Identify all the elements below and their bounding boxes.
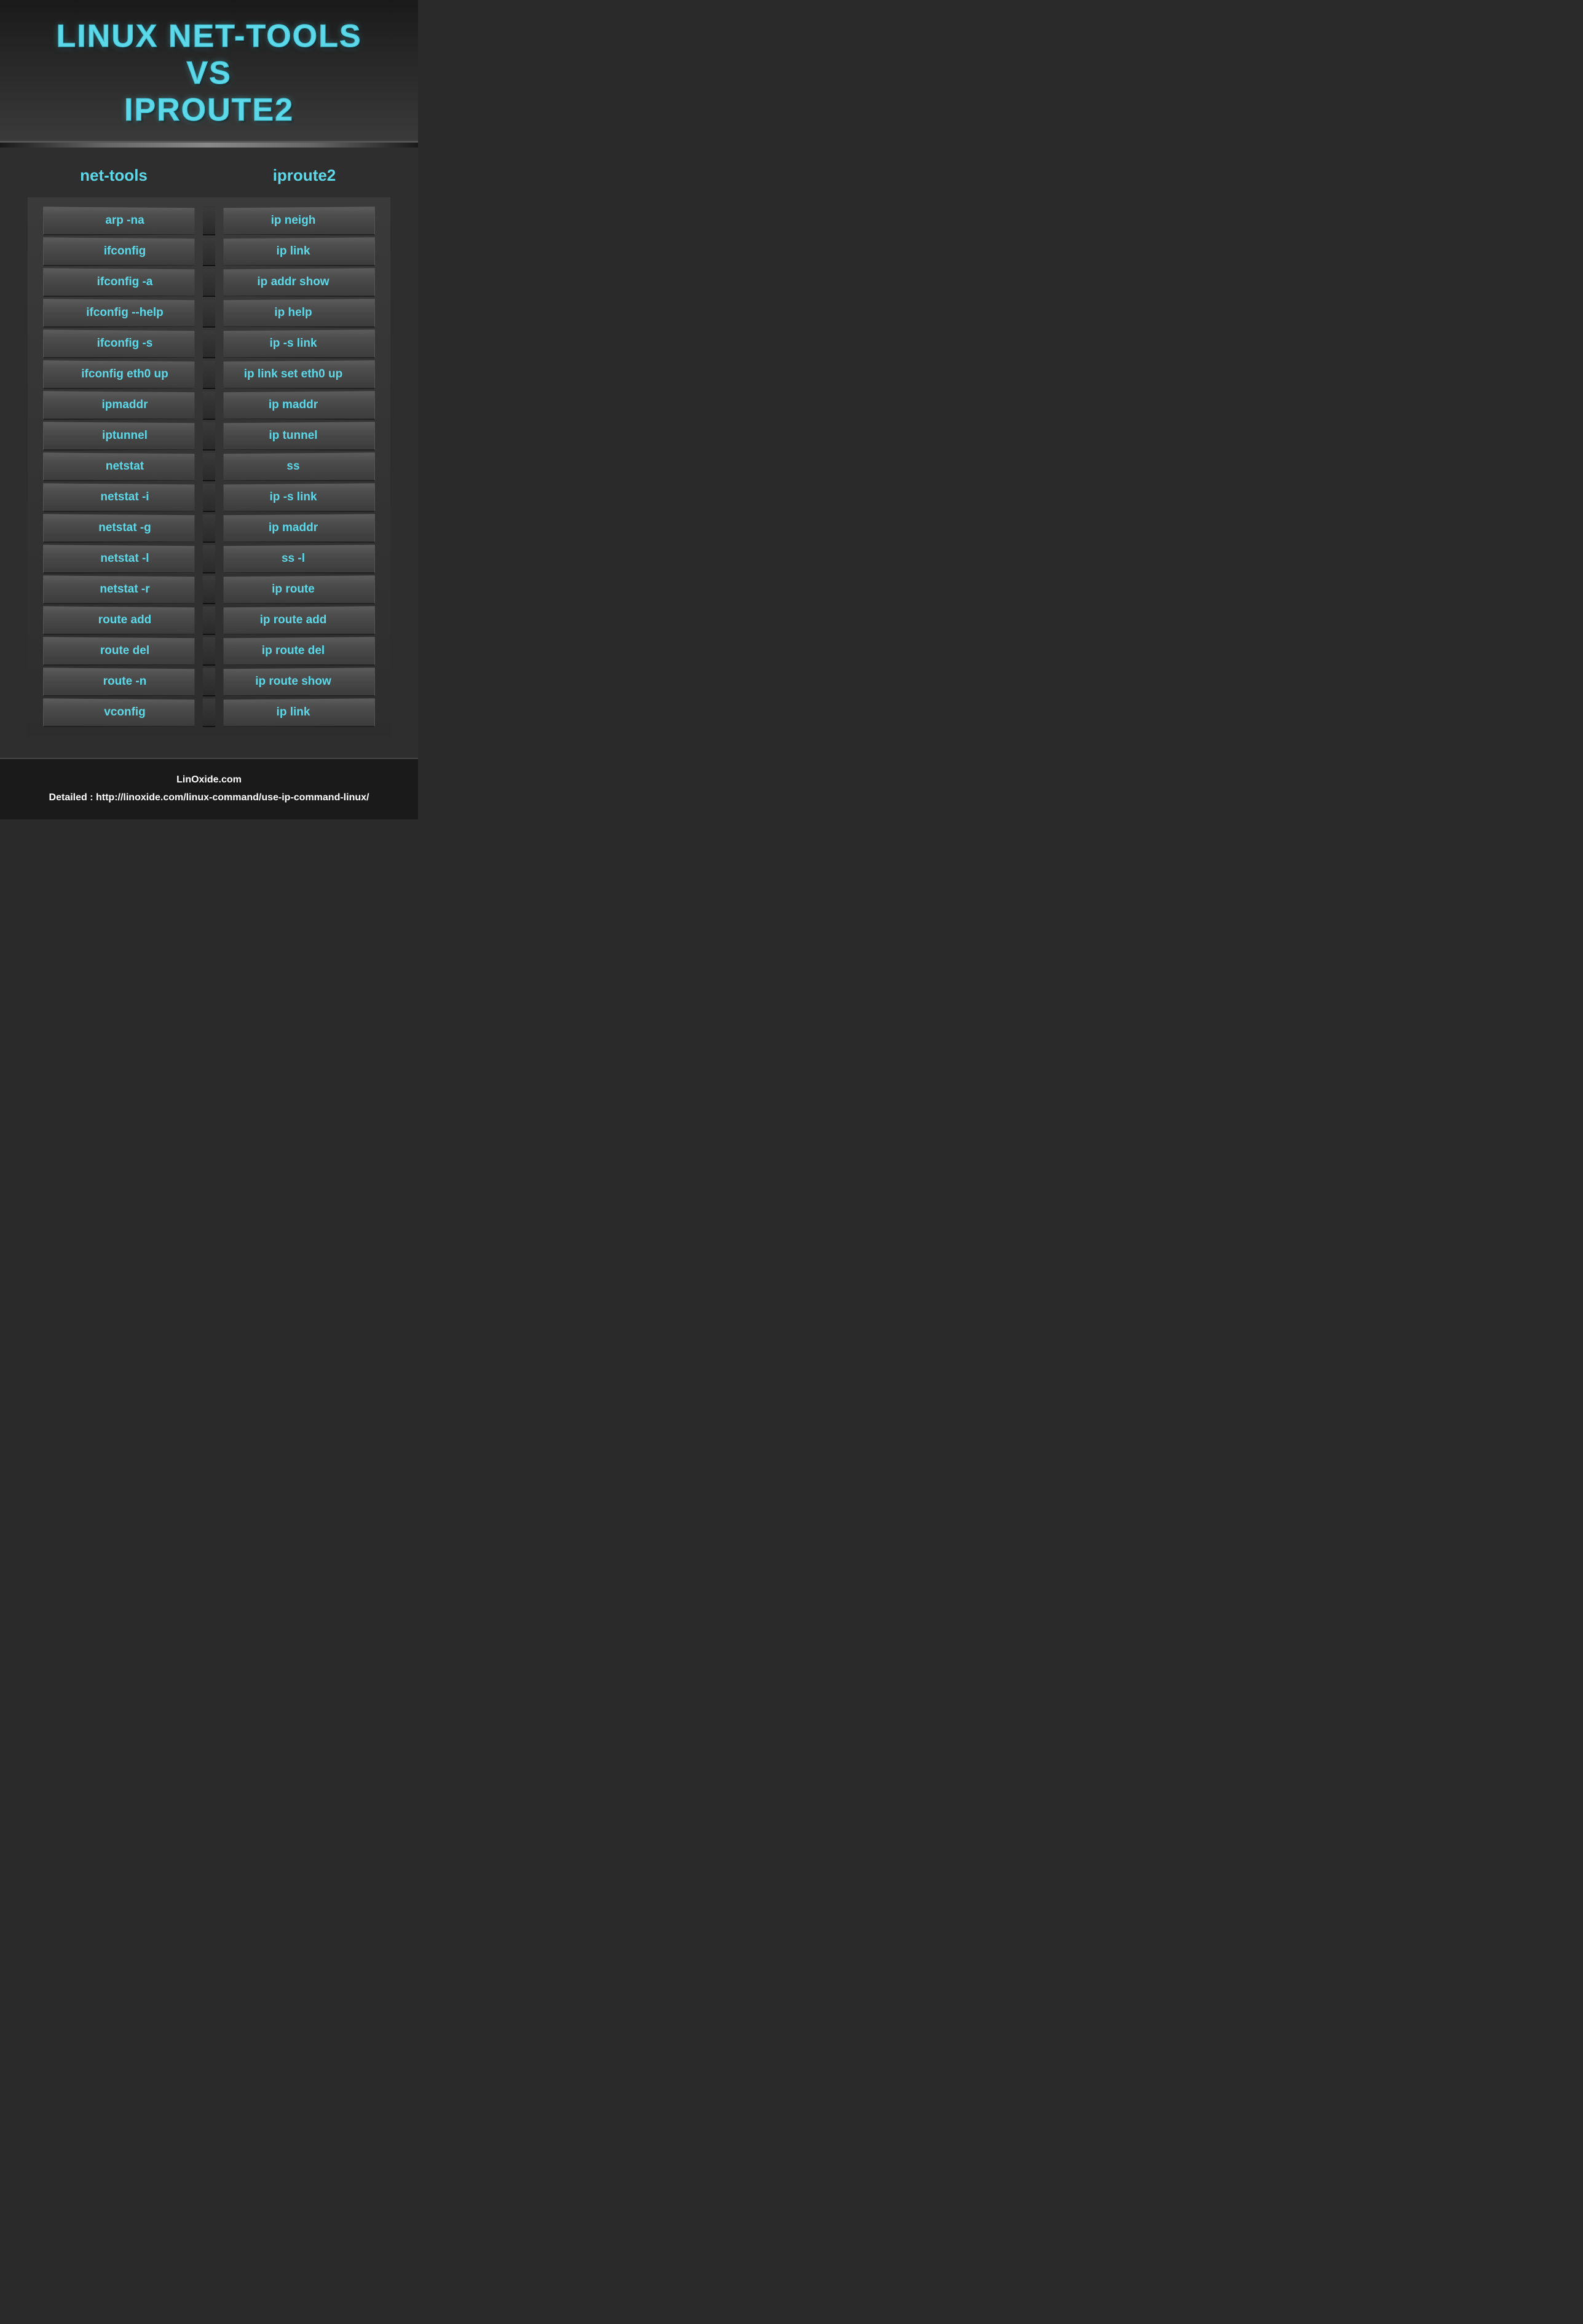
- table-row-right-0: ip neigh: [212, 207, 375, 235]
- table-row-mid-13: [203, 606, 215, 635]
- table-row-mid-5: [203, 360, 215, 389]
- table-row-mid-1: [203, 237, 215, 266]
- table-row-mid-12: [203, 575, 215, 604]
- comparison-table: arp -naip neighifconfigip linkifconfig -…: [43, 207, 375, 727]
- table-row-right-6: ip maddr: [212, 391, 375, 420]
- table-row-mid-9: [203, 483, 215, 512]
- table-row-mid-2: [203, 268, 215, 297]
- table-row-left-7: iptunnel: [43, 422, 206, 451]
- divider: [0, 143, 418, 148]
- footer-line1: LinOxide.com: [12, 771, 406, 789]
- table-row-left-2: ifconfig -a: [43, 268, 206, 297]
- footer-line2: Detailed : http://linoxide.com/linux-com…: [12, 789, 406, 807]
- table-row-right-15: ip route show: [212, 668, 375, 696]
- table-row-right-14: ip route del: [212, 637, 375, 666]
- table-row-mid-0: [203, 207, 215, 235]
- table-row-right-4: ip -s link: [212, 329, 375, 358]
- table-row-right-12: ip route: [212, 575, 375, 604]
- table-row-mid-15: [203, 668, 215, 696]
- table-row-mid-7: [203, 422, 215, 451]
- column-headers: net-tools iproute2: [18, 166, 400, 185]
- table-row-left-16: vconfig: [43, 698, 206, 727]
- table-row-right-7: ip tunnel: [212, 422, 375, 451]
- table-row-mid-6: [203, 391, 215, 420]
- table-row-right-5: ip link set eth0 up: [212, 360, 375, 389]
- footer: LinOxide.com Detailed : http://linoxide.…: [0, 758, 418, 819]
- table-row-mid-8: [203, 452, 215, 481]
- table-row-right-10: ip maddr: [212, 514, 375, 543]
- table-row-mid-4: [203, 329, 215, 358]
- left-column-header: net-tools: [28, 166, 200, 185]
- table-row-left-11: netstat -l: [43, 545, 206, 573]
- table-row-right-2: ip addr show: [212, 268, 375, 297]
- table-row-left-15: route -n: [43, 668, 206, 696]
- table-row-left-3: ifconfig --help: [43, 299, 206, 328]
- table-row-right-8: ss: [212, 452, 375, 481]
- table-row-left-10: netstat -g: [43, 514, 206, 543]
- table-row-left-8: netstat: [43, 452, 206, 481]
- table-row-right-11: ss -l: [212, 545, 375, 573]
- table-row-left-0: arp -na: [43, 207, 206, 235]
- main-content: net-tools iproute2 arp -naip neighifconf…: [0, 148, 418, 758]
- table-row-left-14: route del: [43, 637, 206, 666]
- page-title: LINUX NET-TOOLS VS IPROUTE2: [12, 18, 406, 128]
- right-column-header: iproute2: [219, 166, 390, 185]
- table-row-right-9: ip -s link: [212, 483, 375, 512]
- table-row-mid-14: [203, 637, 215, 666]
- table-row-right-3: ip help: [212, 299, 375, 328]
- table-row-right-1: ip link: [212, 237, 375, 266]
- table-row-left-5: ifconfig eth0 up: [43, 360, 206, 389]
- table-row-left-12: netstat -r: [43, 575, 206, 604]
- table-row-left-4: ifconfig -s: [43, 329, 206, 358]
- table-row-mid-10: [203, 514, 215, 543]
- table-row-left-6: ipmaddr: [43, 391, 206, 420]
- table-row-mid-16: [203, 698, 215, 727]
- table-row-left-13: route add: [43, 606, 206, 635]
- table-row-right-16: ip link: [212, 698, 375, 727]
- table-row-right-13: ip route add: [212, 606, 375, 635]
- table-row-mid-3: [203, 299, 215, 328]
- table-row-mid-11: [203, 545, 215, 573]
- table-row-left-1: ifconfig: [43, 237, 206, 266]
- table-wrapper: arp -naip neighifconfigip linkifconfig -…: [28, 197, 390, 736]
- table-row-left-9: netstat -i: [43, 483, 206, 512]
- header: LINUX NET-TOOLS VS IPROUTE2: [0, 0, 418, 148]
